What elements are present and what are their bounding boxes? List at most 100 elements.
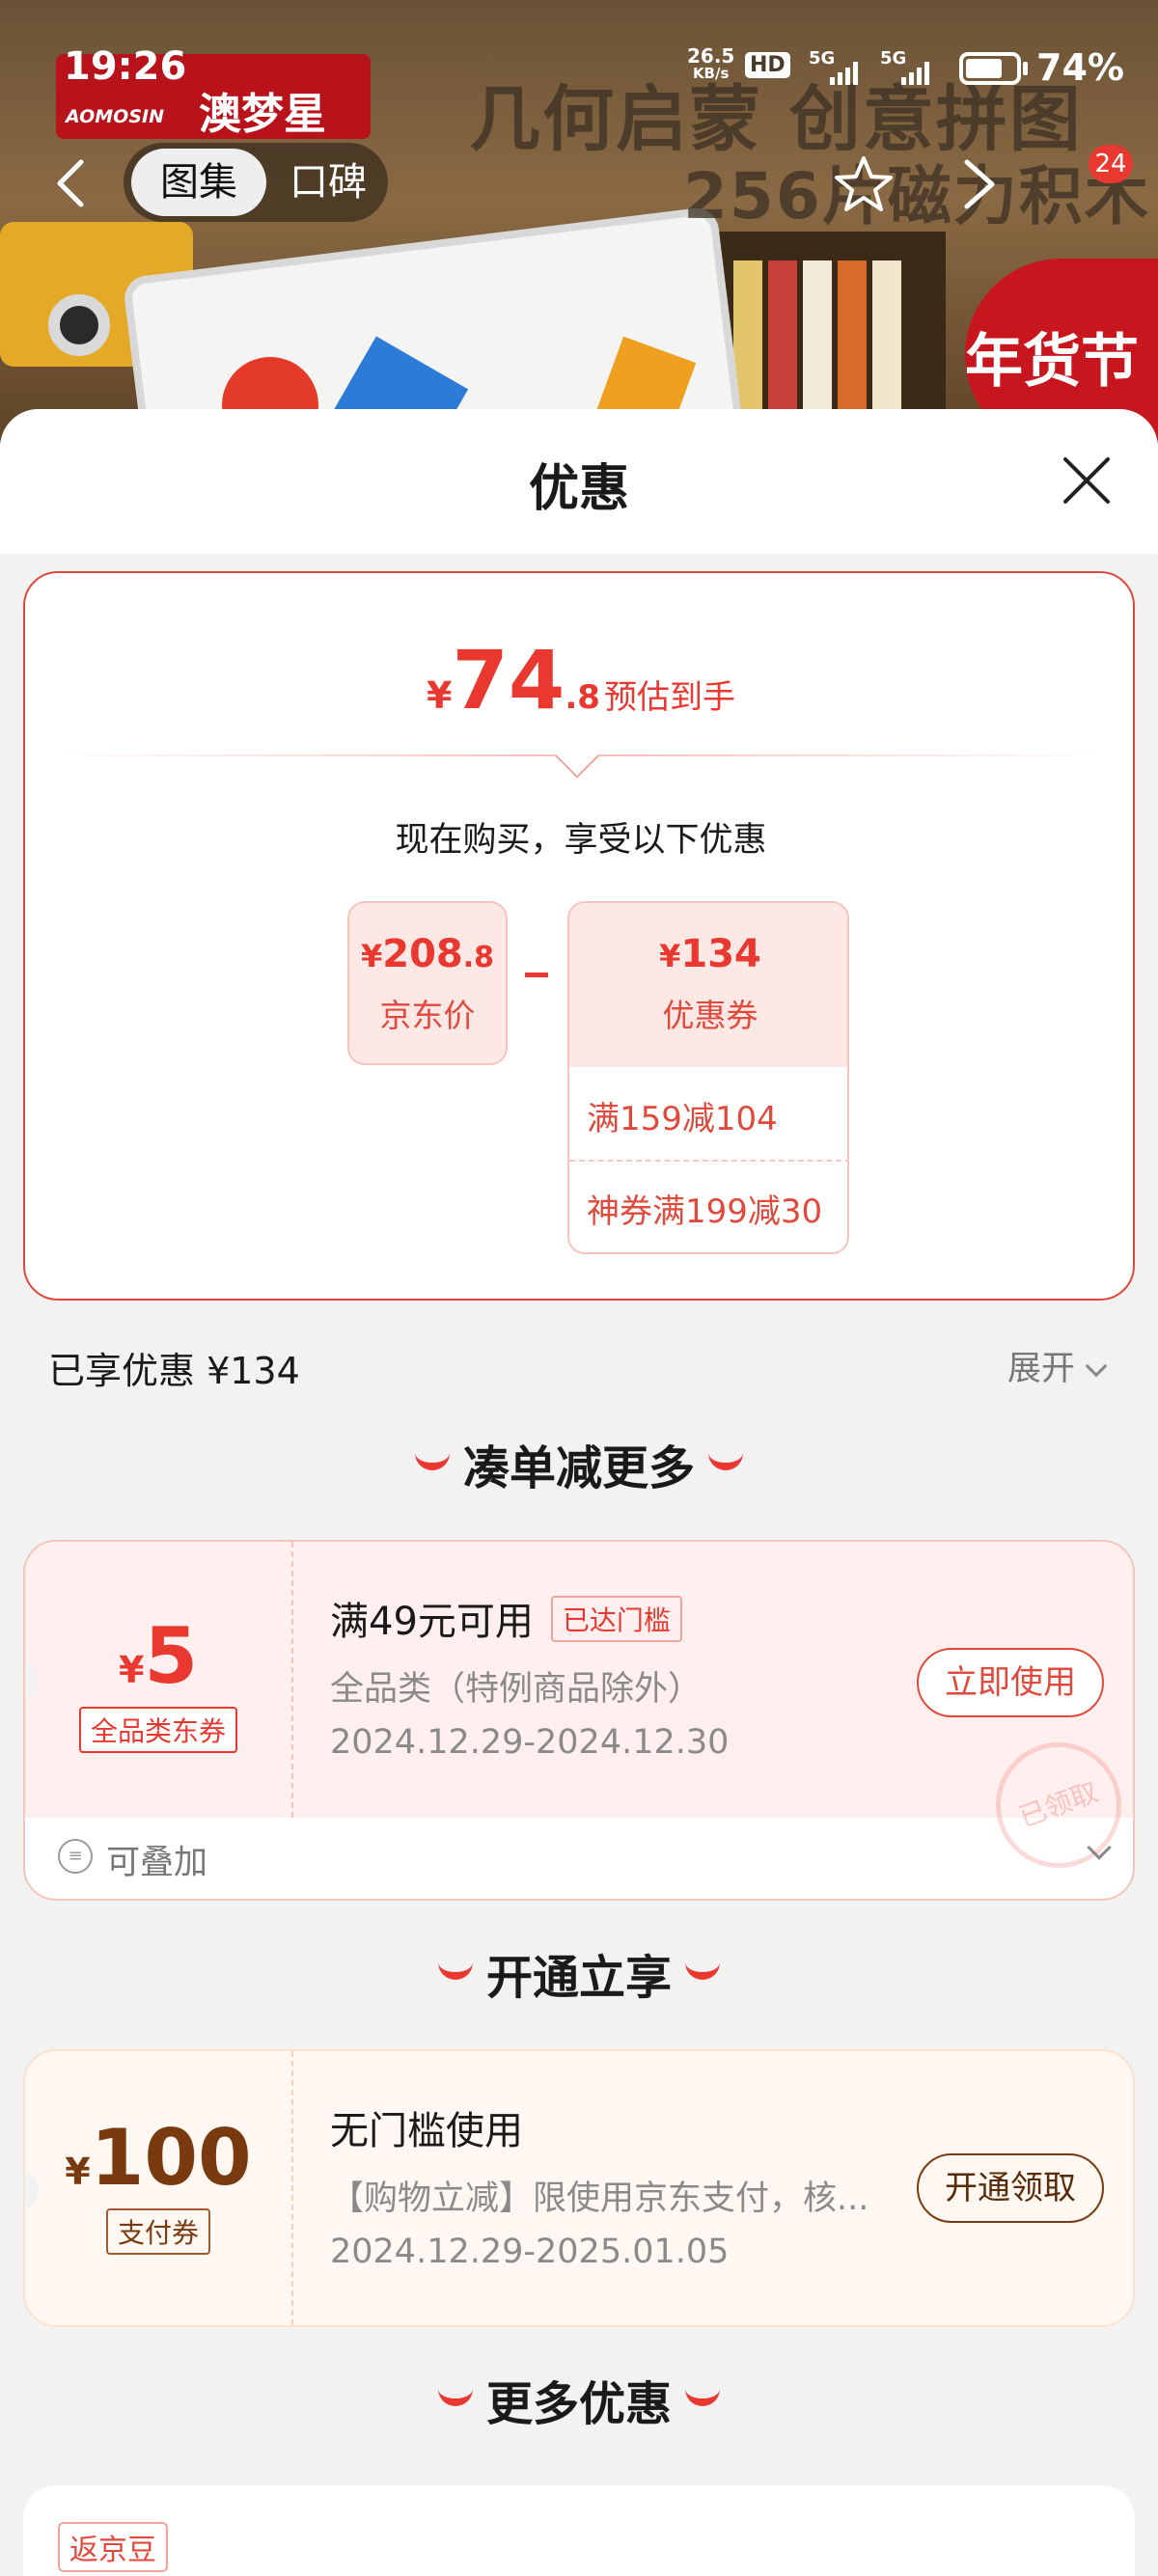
image-count-badge: 24 [1089,145,1133,183]
estimated-price-decimal: .8 [565,678,600,717]
hd-voice-icon: HD [745,52,790,78]
swoosh-icon [437,1962,473,1980]
battery-percent: 74% [1036,46,1124,89]
use-now-button[interactable]: 立即使用 [917,1648,1104,1717]
festival-badge-label: 年货节 [965,328,1139,396]
coupon-separator [291,1542,293,1818]
coupon-card-all-category: ¥5 全品类东券 满49元可用 已达门槛 全品类（特例商品除外） 2024.12.… [23,1540,1135,1901]
minus-sign [525,973,548,977]
coupon-total-header: ¥134 优惠券 [569,903,847,1067]
coupon-total-integer: 134 [680,932,761,976]
coupon-validity-date: 2024.12.29-2025.01.05 [330,2233,730,2271]
coupon-amount-panel: ¥100 支付券 [25,2051,291,2325]
coupon-description: 全品类（特例商品除外） [330,1670,703,1709]
book-image [872,260,901,425]
coupon-title-text: 无门槛使用 [330,2109,523,2153]
network-speed-unit: KB/s [692,65,730,82]
buy-now-text: 现在购买，享受以下优惠 [395,821,767,860]
close-button[interactable] [1058,452,1116,509]
coupon-amount-currency: ¥ [118,1649,145,1691]
estimated-price-integer: 74 [452,633,565,727]
expand-button[interactable]: 展开 [1007,1341,1108,1390]
jd-price-label: 京东价 [379,997,476,1034]
favorite-button[interactable] [832,152,896,216]
jd-price-box: ¥208.8 京东价 [347,901,508,1065]
coupon-item-divider [569,1160,847,1162]
coupon-item: 神券满199减30 [587,1192,823,1231]
status-time: 19:26 [64,44,187,89]
jd-price-integer: 208 [382,932,463,976]
jd-bean-tag: 返京豆 [58,2522,168,2572]
gallery-tab-switcher: 图集 口碑 [124,143,388,222]
section-title-more-label: 更多优惠 [485,2377,672,2431]
coupon-item: 满159减104 [587,1100,778,1138]
coupon-amount-panel: ¥5 全品类东券 [25,1542,291,1818]
coupon-amount-currency: ¥ [65,2151,91,2193]
section-title-bundle-label: 凑单减更多 [462,1441,695,1495]
back-arrow-icon [57,159,84,207]
coupon-card-payment: ¥100 支付券 无门槛使用 【购物立减】限使用京东支付，核... 2024.1… [23,2049,1135,2327]
chevron-down-icon [1085,1355,1108,1378]
activate-claim-button[interactable]: 开通领取 [917,2153,1104,2223]
discount-sheet: 优惠 ¥74.8 预估到手 现在购买，享受以下优惠 ¥208.8 京东价 ¥134 [0,409,1158,2576]
section-title-more: 更多优惠 [0,2366,1158,2433]
swoosh-icon [685,1962,720,1980]
book-image [803,260,832,425]
sheet-title: 优惠 [528,460,629,518]
back-button[interactable] [50,156,93,210]
section-title-open-label: 开通立享 [485,1951,672,2005]
swoosh-icon [414,1453,450,1470]
coupon-amount: ¥100 [25,2113,291,2203]
status-bar: 19:26 26.5 KB/s HD 5G 5G 74% [0,0,1158,106]
share-button[interactable] [953,154,1004,214]
enjoyed-discount-text: 已享优惠 ¥134 [48,1350,300,1392]
brand-logo-en: AOMOSIN [66,106,164,127]
more-offers-card: 返京豆 [23,2485,1135,2576]
battery-tip [1023,62,1028,75]
coupon-total-value: ¥134 [569,932,847,976]
estimated-price-label: 预估到手 [603,678,735,717]
price-breakdown-card: ¥74.8 预估到手 现在购买，享受以下优惠 ¥208.8 京东价 ¥134 优惠… [23,571,1135,1301]
star-icon [835,156,893,211]
coupon-type-tag: 全品类东券 [78,1707,237,1753]
divider-notch [555,734,599,779]
banner-headline-2: 256片磁力积木 [683,159,1150,233]
tab-reviews[interactable]: 口碑 [278,149,378,216]
section-title-open: 开通立享 [0,1939,1158,2007]
coupon-total-box: ¥134 优惠券 满159减104 神券满199减30 [567,901,849,1254]
book-image [768,260,797,425]
network-speed-value: 26.5 [687,44,735,68]
threshold-reached-badge: 已达门槛 [550,1596,682,1642]
swoosh-icon [437,2389,473,2406]
swoosh-icon [708,1453,743,1470]
coupon-type-tag: 支付券 [105,2208,210,2255]
coupon-validity-date: 2024.12.29-2024.12.30 [330,1723,730,1762]
swoosh-icon [685,2389,720,2406]
book-image [838,260,867,425]
coupon-title-text: 满49元可用 [330,1600,534,1644]
estimated-price: ¥74.8 预估到手 [25,633,1137,727]
coupon-amount: ¥5 [25,1611,291,1701]
stackable-label: 可叠加 [106,1844,208,1882]
tab-gallery[interactable]: 图集 [131,149,266,216]
section-title-bundle: 凑单减更多 [0,1430,1158,1497]
estimated-price-currency: ¥ [427,674,453,717]
toy-wheel-image [48,294,110,356]
stackable-icon: ≡ [58,1839,93,1874]
coupon-total-currency: ¥ [659,938,681,974]
coupon-separator [291,2051,293,2325]
battery-level [966,59,1002,78]
expand-label: 展开 [1007,1350,1076,1388]
sheet-header: 优惠 [0,409,1158,554]
close-icon [1063,457,1110,504]
jd-price-value: ¥208.8 [349,932,506,976]
jd-price-currency: ¥ [360,938,383,974]
coupon-description: 【购物立减】限使用京东支付，核... [330,2179,869,2218]
coupon-amount-value: 5 [144,1611,199,1701]
coupon-amount-value: 100 [90,2113,252,2203]
battery-icon [959,52,1021,85]
coupon-title: 满49元可用 已达门槛 [330,1590,682,1647]
coupon-total-label: 优惠券 [662,997,758,1034]
network-speed: 26.5 KB/s [687,46,734,81]
jd-price-decimal: .8 [462,941,495,974]
